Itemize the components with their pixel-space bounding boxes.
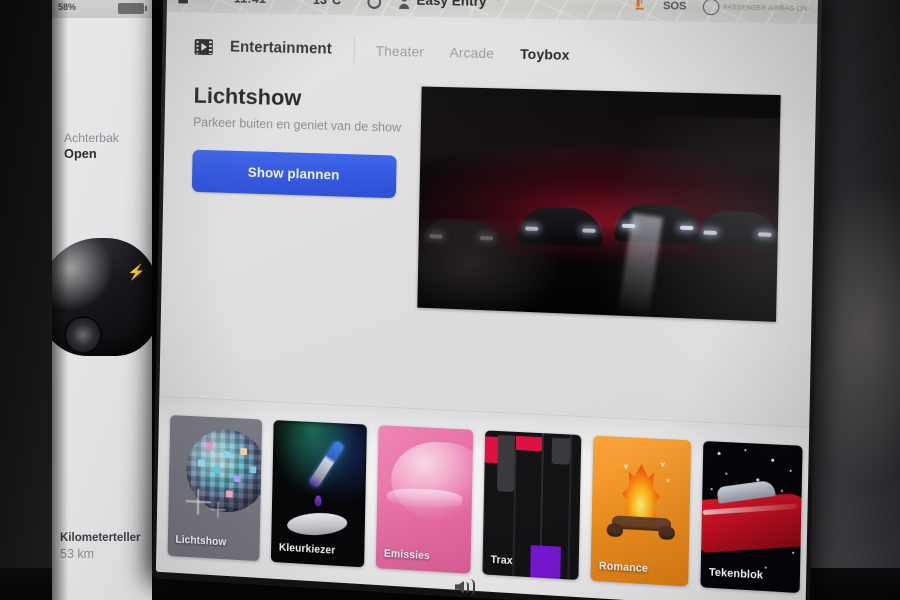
video-photo-reflection: [417, 218, 568, 322]
sos-button[interactable]: SOS: [663, 0, 686, 13]
toybox-card-lichtshow[interactable]: Lichtshow: [167, 415, 263, 562]
tab-arcade[interactable]: Arcade: [449, 44, 494, 61]
campfire-flame-icon: [618, 463, 664, 520]
speaker-volume-icon: [455, 575, 489, 599]
trunk-label: Achterbak: [64, 131, 119, 145]
film-reel-icon: [194, 38, 213, 56]
heart-icon: ♥: [659, 459, 666, 470]
lichtshow-preview-video[interactable]: [417, 86, 781, 322]
odometer: Kilometerteller 53 km: [60, 532, 141, 561]
car-interior-left: [0, 0, 52, 600]
nav-divider: [353, 37, 355, 64]
play-triangle-icon: [201, 43, 208, 51]
roadster-in-space-icon: [700, 492, 803, 554]
temperature[interactable]: 13°C: [313, 0, 342, 7]
clock: 11:41: [234, 0, 267, 6]
airbag-label: PASSENGER AIRBAG ON: [723, 3, 808, 13]
airbag-icon: [702, 0, 720, 16]
toybox-card-list: Lichtshow Kleurkiezer Emissies Trax ♥ ♥ …: [167, 415, 803, 594]
toybox-card-trax[interactable]: Trax: [482, 430, 582, 581]
driver-profile-icon[interactable]: [399, 0, 413, 10]
screen-glass: 11:41 13°C Easy Entry Indoor Speeltuin S…: [155, 0, 819, 600]
toybox-card-label: Emissies: [383, 547, 431, 563]
seat-heater-icon[interactable]: [634, 0, 646, 13]
whoopee-cushion-icon: [390, 439, 474, 523]
charge-bolt-icon: ⚡: [127, 264, 146, 281]
tab-theater[interactable]: Theater: [376, 43, 424, 60]
odometer-value: 53 km: [60, 547, 95, 561]
toybox-card-label: Kleurkiezer: [278, 541, 336, 557]
toybox-card-label: Romance: [598, 560, 649, 576]
toybox-card-tekenblok[interactable]: Tekenblok: [700, 440, 803, 594]
schedule-show-button-label: Show plannen: [247, 165, 340, 183]
airbag-status: PASSENGER AIRBAG ON: [702, 0, 807, 17]
page-title: Entertainment: [229, 38, 333, 58]
heart-icon: ♥: [665, 477, 671, 486]
trunk-status[interactable]: Achterbak Open: [64, 131, 119, 161]
hero-subtitle: Parkeer buiten en geniet van de show: [193, 114, 402, 135]
toybox-card-romance[interactable]: ♥ ♥ ♥ Romance: [590, 435, 692, 587]
screen-bezel: 11:41 13°C Easy Entry Indoor Speeltuin S…: [151, 0, 823, 600]
lichtshow-hero-panel: Lichtshow Parkeer buiten en geniet van d…: [191, 83, 415, 199]
toybox-card-emissies[interactable]: Emissies: [375, 425, 474, 574]
sparkle-icon: [210, 501, 226, 518]
toybox-card-label: Trax: [490, 553, 513, 568]
odometer-label: Kilometerteller: [60, 532, 141, 544]
car-status-pane: 58% Achterbak Open ⚡ Kilometerteller 53 …: [52, 0, 152, 600]
entertainment-app: Entertainment Theater Arcade Toybox Lich…: [155, 11, 818, 600]
sparkle-icon: [185, 488, 211, 516]
app-nav-bar: Entertainment Theater Arcade Toybox: [166, 24, 818, 84]
paint-droplet-icon: [314, 495, 322, 507]
campfire-log: [606, 523, 624, 538]
paint-puddle-icon: [286, 511, 349, 537]
lock-icon[interactable]: [178, 0, 189, 4]
toybox-card-label: Lichtshow: [175, 533, 227, 549]
toybox-card-rail[interactable]: Lichtshow Kleurkiezer Emissies Trax ♥ ♥ …: [155, 395, 810, 600]
battery-icon: [118, 3, 147, 14]
hero-title: Lichtshow: [193, 83, 302, 111]
bezel-shadow: [52, 0, 68, 600]
car-wheel-graphic: [66, 318, 100, 352]
tab-toybox[interactable]: Toybox: [520, 46, 570, 63]
nav-tabs: Theater Arcade Toybox: [376, 43, 570, 63]
schedule-show-button[interactable]: Show plannen: [191, 149, 397, 199]
trunk-state: Open: [64, 146, 97, 161]
campfire-log: [658, 525, 675, 541]
toybox-card-kleurkiezer[interactable]: Kleurkiezer: [270, 420, 367, 568]
photo-of-tesla-screen: 58% Achterbak Open ⚡ Kilometerteller 53 …: [0, 0, 900, 600]
heart-icon: ♥: [623, 461, 629, 472]
